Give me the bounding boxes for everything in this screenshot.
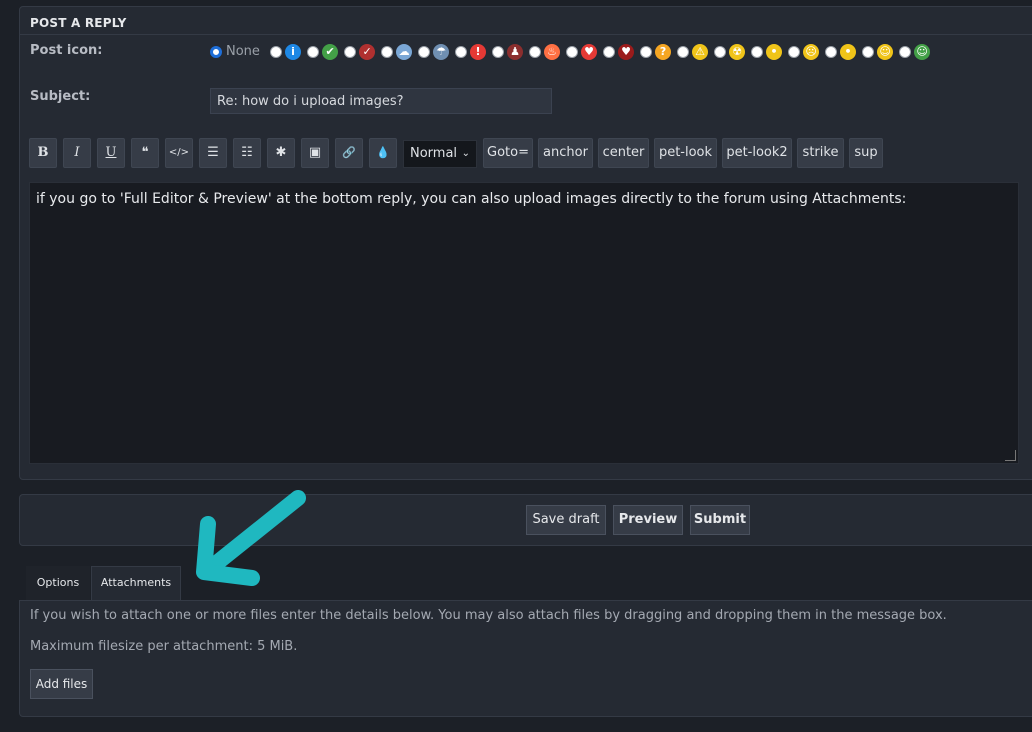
none-label: None (226, 44, 260, 59)
post-icon-option[interactable]: ☹ (788, 43, 820, 63)
radio-button[interactable] (455, 46, 468, 58)
bold-button[interactable]: B (29, 138, 57, 168)
resize-handle[interactable] (1005, 450, 1016, 461)
radio-button[interactable] (529, 46, 542, 58)
pet-look2-button[interactable]: pet-look2 (722, 138, 792, 168)
list-ordered-icon[interactable]: ☷ (233, 138, 261, 168)
radio-selected[interactable] (210, 46, 222, 58)
post-icon-option[interactable]: ♨ (529, 43, 561, 63)
submit-button[interactable]: Submit (690, 505, 750, 535)
exclamation-icon: ! (470, 44, 487, 60)
strike-button[interactable]: strike (797, 138, 844, 168)
check-icon: ✔ (322, 44, 339, 60)
goto-button[interactable]: Goto= (483, 138, 533, 168)
post-icon-option[interactable]: ☢ (714, 43, 746, 63)
max-filesize-text: Maximum filesize per attachment: 5 MiB. (30, 639, 298, 654)
radio-button[interactable] (344, 46, 357, 58)
radio-button[interactable] (381, 46, 394, 58)
post-icon-option[interactable]: ☺ (899, 43, 931, 63)
post-icon-option[interactable]: • (825, 43, 857, 63)
smiley-happy-icon: ☺ (877, 44, 894, 60)
message-text: if you go to 'Full Editor & Preview' at … (36, 191, 907, 207)
post-icon-option[interactable]: • (751, 43, 783, 63)
message-editor[interactable]: if you go to 'Full Editor & Preview' at … (29, 182, 1019, 464)
subject-input[interactable]: Re: how do i upload images? (210, 88, 552, 114)
attachments-panel: If you wish to attach one or more files … (19, 600, 1032, 717)
radio-button[interactable] (714, 46, 727, 58)
figure-icon: ♟ (507, 44, 524, 60)
radio-button[interactable] (603, 46, 616, 58)
info-icon: i (285, 44, 302, 60)
quote-icon[interactable]: ❝ (131, 138, 159, 168)
preview-button[interactable]: Preview (613, 505, 683, 535)
post-icon-option[interactable]: ☺ (862, 43, 894, 63)
radio-button[interactable] (492, 46, 505, 58)
post-icon-option[interactable]: ♥ (603, 43, 635, 63)
broom-icon: ✓ (359, 44, 376, 60)
post-reply-panel: POST A REPLY Post icon: Subject: None i ✔… (19, 6, 1032, 480)
post-icon-option[interactable]: ⚠ (677, 43, 709, 63)
radiation-icon: ☢ (729, 44, 746, 60)
post-icon-option[interactable]: i (270, 43, 302, 63)
radio-button[interactable] (640, 46, 653, 58)
radio-button[interactable] (788, 46, 801, 58)
fire-icon: ♨ (544, 44, 561, 60)
radio-button[interactable] (270, 46, 283, 58)
radio-button[interactable] (825, 46, 838, 58)
post-icon-option[interactable]: ✓ (344, 43, 376, 63)
smiley-neutral-icon: • (766, 44, 783, 60)
cloud-icon: ☁ (396, 44, 413, 60)
heart-dark-icon: ♥ (618, 44, 635, 60)
post-icon-none[interactable]: None (210, 42, 260, 63)
radio-button[interactable] (566, 46, 579, 58)
post-icon-option[interactable]: ☁ (381, 43, 413, 63)
question-icon: ? (655, 44, 672, 60)
divider (20, 34, 1032, 35)
save-draft-button[interactable]: Save draft (526, 505, 606, 535)
radio-button[interactable] (899, 46, 912, 58)
font-size-value: Normal (410, 146, 458, 161)
image-icon[interactable]: ▣ (301, 138, 329, 168)
radio-button[interactable] (751, 46, 764, 58)
radio-button[interactable] (677, 46, 690, 58)
italic-button[interactable]: I (63, 138, 91, 168)
underline-button[interactable]: U (97, 138, 125, 168)
smiley-grin-green-icon: ☺ (914, 44, 931, 60)
smiley-sad-icon: ☹ (803, 44, 820, 60)
warning-icon: ⚠ (692, 44, 709, 60)
tab-options[interactable]: Options (26, 566, 90, 600)
post-icon-option[interactable]: ? (640, 43, 672, 63)
post-icon-option[interactable]: ! (455, 43, 487, 63)
code-icon[interactable]: </> (165, 138, 193, 168)
attachments-info: If you wish to attach one or more files … (30, 608, 947, 623)
pet-look-button[interactable]: pet-look (654, 138, 717, 168)
post-icon-option[interactable]: ✔ (307, 43, 339, 63)
rain-cloud-icon: ☂ (433, 44, 450, 60)
radio-button[interactable] (418, 46, 431, 58)
subject-label: Subject: (30, 89, 91, 104)
annotation-arrow-icon (196, 490, 306, 586)
radio-button[interactable] (307, 46, 320, 58)
radio-button[interactable] (862, 46, 875, 58)
post-icon-option[interactable]: ♟ (492, 43, 524, 63)
anchor-button[interactable]: anchor (538, 138, 593, 168)
tab-attachments[interactable]: Attachments (91, 566, 181, 600)
color-drop-icon[interactable]: 💧 (369, 138, 397, 168)
chevron-down-icon: ⌄ (461, 148, 470, 159)
post-icon-options: None i ✔ ✓ ☁ ☂! ♟ ♨ ♥ ♥? ⚠ ☢ • ☹ • ☺ ☺ (210, 42, 1032, 63)
post-icon-option[interactable]: ♥ (566, 43, 598, 63)
list-icon[interactable]: ☰ (199, 138, 227, 168)
panel-title: POST A REPLY (30, 16, 127, 30)
smiley-rolleyes-icon: • (840, 44, 857, 60)
center-button[interactable]: center (598, 138, 649, 168)
submit-actions: Save draft Preview Submit (19, 494, 1032, 546)
sup-button[interactable]: sup (849, 138, 883, 168)
heart-icon: ♥ (581, 44, 598, 60)
asterisk-icon[interactable]: ✱ (267, 138, 295, 168)
add-files-button[interactable]: Add files (30, 669, 93, 699)
post-icon-label: Post icon: (30, 43, 103, 58)
link-icon[interactable]: 🔗 (335, 138, 363, 168)
font-size-select[interactable]: Normal ⌄ (403, 140, 477, 168)
post-icon-option[interactable]: ☂ (418, 43, 450, 63)
